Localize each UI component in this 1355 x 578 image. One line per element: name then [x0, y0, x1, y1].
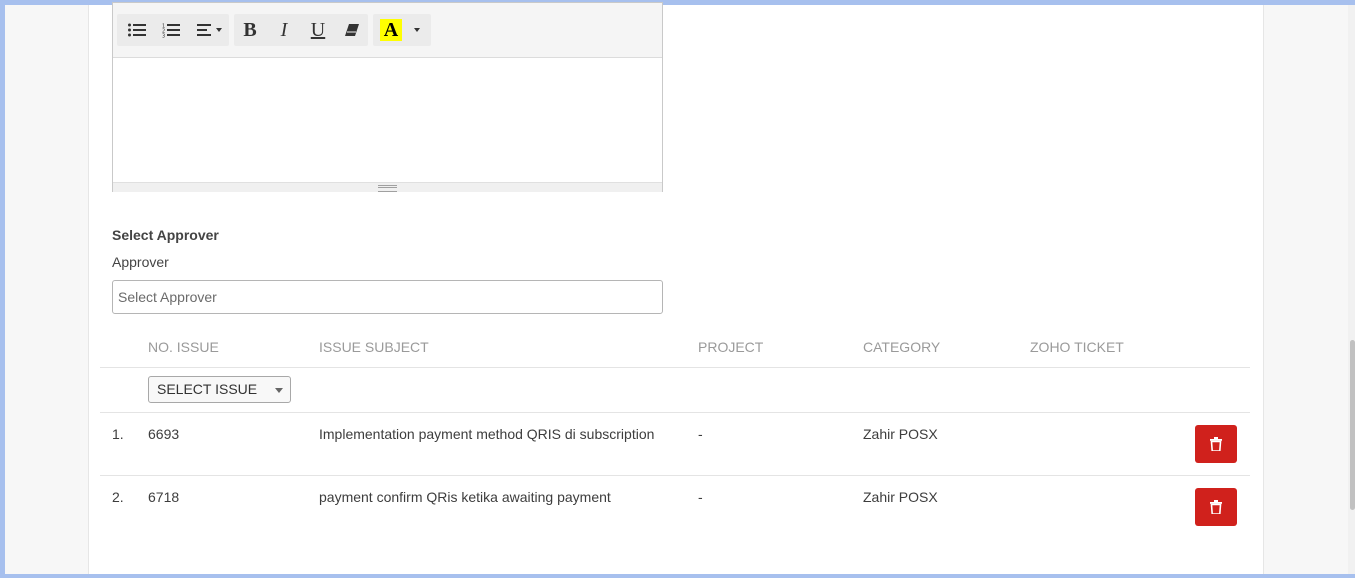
editor-toolbar: 1 2 3 B I U A [113, 3, 662, 58]
trash-icon [1210, 500, 1222, 514]
ordered-list-button[interactable]: 1 2 3 [155, 14, 187, 46]
bold-icon: B [243, 19, 257, 41]
italic-icon: I [280, 19, 288, 41]
window-frame-bottom [0, 574, 1355, 578]
editor-resize-handle[interactable] [113, 182, 662, 192]
column-header-category: CATEGORY [863, 339, 941, 355]
list-ul-icon [128, 23, 146, 37]
paragraph-align-button[interactable] [191, 14, 227, 46]
scrollbar-thumb[interactable] [1350, 340, 1355, 510]
trash-icon [1210, 437, 1222, 451]
italic-button[interactable]: I [268, 14, 300, 46]
eraser-icon [345, 24, 359, 36]
issue-project: - [698, 426, 703, 442]
svg-text:3: 3 [162, 33, 165, 38]
align-left-icon [196, 24, 211, 36]
approver-input[interactable]: Select Approver [112, 280, 663, 314]
select-approver-heading: Select Approver [112, 227, 219, 243]
column-header-project: PROJECT [698, 339, 764, 355]
issue-category: Zahir POSX [863, 489, 938, 505]
column-header-zoho-ticket: ZOHO TICKET [1030, 339, 1124, 355]
chevron-down-icon [275, 388, 283, 393]
delete-issue-button[interactable] [1195, 425, 1237, 463]
delete-issue-button[interactable] [1195, 488, 1237, 526]
chevron-down-icon [414, 28, 420, 32]
table-divider [100, 475, 1250, 476]
table-divider [100, 367, 1250, 368]
list-ol-icon: 1 2 3 [162, 23, 180, 38]
chevron-down-icon [215, 28, 222, 32]
issue-subject: payment confirm QRis ketika awaiting pay… [319, 489, 611, 505]
approver-label: Approver [112, 254, 169, 270]
issue-project: - [698, 489, 703, 505]
bold-button[interactable]: B [234, 14, 266, 46]
row-index: 2. [112, 489, 124, 505]
column-header-issue-subject: ISSUE SUBJECT [319, 339, 429, 355]
highlight-icon: A [380, 19, 402, 41]
toolbar-group-color: A [373, 14, 431, 46]
highlight-color-button[interactable]: A [375, 14, 407, 46]
column-header-no-issue: NO. ISSUE [148, 339, 219, 355]
toolbar-group-lists: 1 2 3 [117, 14, 229, 46]
issue-number: 6718 [148, 489, 180, 505]
table-divider [100, 412, 1250, 413]
grip-icon [378, 185, 397, 192]
issue-subject: Implementation payment method QRIS di su… [319, 426, 655, 442]
underline-icon: U [310, 19, 326, 41]
highlight-color-dropdown[interactable] [405, 14, 429, 46]
editor-content-area[interactable] [113, 58, 662, 182]
toolbar-group-format: B I U [234, 14, 368, 46]
select-issue-label: SELECT ISSUE [157, 381, 258, 397]
issue-number: 6693 [148, 426, 180, 442]
unordered-list-button[interactable] [121, 14, 153, 46]
rich-text-editor: 1 2 3 B I U A [112, 2, 663, 192]
underline-button[interactable]: U [302, 14, 334, 46]
clear-format-button[interactable] [336, 14, 368, 46]
issue-category: Zahir POSX [863, 426, 938, 442]
row-index: 1. [112, 426, 124, 442]
select-issue-dropdown[interactable]: SELECT ISSUE [148, 376, 291, 403]
